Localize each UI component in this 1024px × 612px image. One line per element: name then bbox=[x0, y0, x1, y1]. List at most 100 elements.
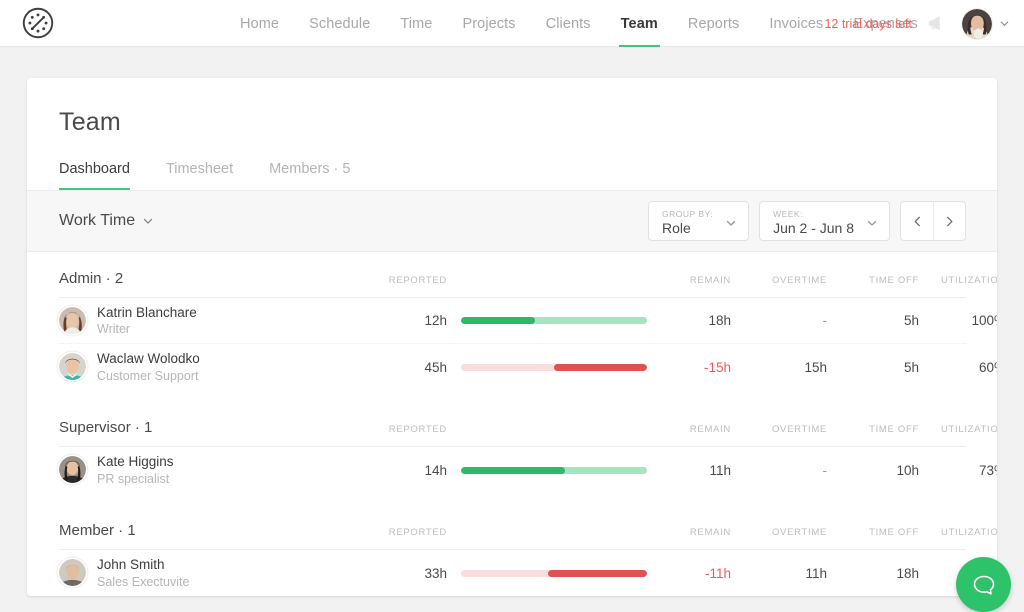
column-header-overtime: OVERTIME bbox=[731, 275, 827, 297]
megaphone-icon[interactable] bbox=[926, 13, 948, 35]
progress-bar bbox=[461, 570, 647, 577]
group-by-select[interactable]: GROUP BY: Role bbox=[648, 201, 749, 241]
member-role: Customer Support bbox=[97, 368, 200, 384]
table-row[interactable]: Waclaw Wolodko Customer Support 45h -15h… bbox=[59, 344, 966, 390]
page-title: Team bbox=[59, 108, 965, 137]
week-label: WEEK: bbox=[773, 209, 854, 220]
remain-value: -11h bbox=[647, 566, 731, 581]
table-row[interactable]: Katrin Blanchare Writer 12h 18h - 5h 100… bbox=[59, 298, 966, 344]
column-header-utilization: UTILIZATION bbox=[919, 527, 997, 549]
work-time-label: Work Time bbox=[59, 212, 135, 230]
chevron-right-icon bbox=[943, 215, 956, 228]
trial-days-notice[interactable]: 12 trial days left bbox=[824, 17, 912, 31]
previous-week-button[interactable] bbox=[901, 202, 933, 240]
column-header-timeoff: TIME OFF bbox=[827, 275, 919, 297]
member-role: Sales Exectuvite bbox=[97, 574, 189, 590]
overtime-value: 15h bbox=[731, 360, 827, 375]
tab-timesheet[interactable]: Timesheet bbox=[148, 161, 251, 190]
sub-tabs: Dashboard Timesheet Members · 5 bbox=[59, 161, 965, 190]
header-right-controls: 12 trial days left bbox=[824, 0, 1010, 47]
team-table: Admin · 2 REPORTED REMAIN OVERTIME TIME … bbox=[27, 252, 997, 596]
next-week-button[interactable] bbox=[933, 202, 965, 240]
group-title: Supervisor · 1 bbox=[59, 419, 359, 446]
member-name: John Smith bbox=[97, 556, 189, 573]
nav-item-home[interactable]: Home bbox=[225, 0, 294, 47]
progress-fill bbox=[554, 364, 647, 371]
progress-bar bbox=[461, 467, 647, 474]
avatar bbox=[962, 9, 992, 39]
group-header-admin: Admin · 2 REPORTED REMAIN OVERTIME TIME … bbox=[59, 252, 966, 298]
column-header-utilization: UTILIZATION bbox=[919, 275, 997, 297]
column-header-reported: REPORTED bbox=[359, 275, 447, 297]
progress-fill bbox=[461, 317, 535, 324]
member-cell[interactable]: Kate Higgins PR specialist bbox=[59, 453, 359, 486]
group-header-member: Member · 1 REPORTED REMAIN OVERTIME TIME… bbox=[59, 493, 966, 550]
user-menu[interactable] bbox=[962, 9, 1010, 39]
week-select[interactable]: WEEK: Jun 2 - Jun 8 bbox=[759, 201, 890, 241]
group-title: Member · 1 bbox=[59, 522, 359, 549]
week-navigation bbox=[900, 201, 966, 241]
table-row[interactable]: John Smith Sales Exectuvite 33h -11h 11h… bbox=[59, 550, 966, 596]
member-name: Waclaw Wolodko bbox=[97, 350, 200, 367]
nav-item-clients[interactable]: Clients bbox=[531, 0, 606, 47]
remain-value: 11h bbox=[647, 463, 731, 478]
member-name: Kate Higgins bbox=[97, 453, 174, 470]
nav-item-schedule[interactable]: Schedule bbox=[294, 0, 385, 47]
progress-bar bbox=[461, 317, 647, 324]
avatar bbox=[59, 353, 86, 380]
work-time-dropdown[interactable]: Work Time bbox=[59, 212, 154, 230]
chevron-down-icon bbox=[866, 217, 878, 229]
utilization-value: 73% bbox=[919, 463, 997, 478]
avatar bbox=[59, 307, 86, 334]
nav-item-reports[interactable]: Reports bbox=[673, 0, 754, 47]
nav-item-team[interactable]: Team bbox=[606, 0, 673, 47]
remain-value: -15h bbox=[647, 360, 731, 375]
overtime-value: 11h bbox=[731, 566, 827, 581]
overtime-value: - bbox=[731, 313, 827, 328]
chevron-down-icon bbox=[999, 18, 1010, 29]
group-title: Admin · 2 bbox=[59, 270, 359, 297]
column-header-overtime: OVERTIME bbox=[731, 527, 827, 549]
progress-cell bbox=[447, 364, 647, 371]
filters-toolbar: Work Time GROUP BY: Role WEEK: Jun 2 - J… bbox=[27, 190, 997, 252]
chevron-down-icon bbox=[725, 217, 737, 229]
tab-dashboard[interactable]: Dashboard bbox=[59, 161, 148, 190]
week-value: Jun 2 - Jun 8 bbox=[773, 220, 854, 237]
group-header-supervisor: Supervisor · 1 REPORTED REMAIN OVERTIME … bbox=[59, 390, 966, 447]
nav-item-projects[interactable]: Projects bbox=[447, 0, 530, 47]
column-header-timeoff: TIME OFF bbox=[827, 424, 919, 446]
member-role: PR specialist bbox=[97, 471, 174, 487]
remain-value: 18h bbox=[647, 313, 731, 328]
group-by-label: GROUP BY: bbox=[662, 209, 713, 220]
tab-members[interactable]: Members · 5 bbox=[251, 161, 368, 190]
progress-cell bbox=[447, 570, 647, 577]
chevron-left-icon bbox=[911, 215, 924, 228]
group-by-value: Role bbox=[662, 220, 713, 237]
column-header-remain: REMAIN bbox=[647, 424, 731, 446]
table-row[interactable]: Kate Higgins PR specialist 14h 11h - 10h… bbox=[59, 447, 966, 493]
utilization-value: 100% bbox=[919, 313, 997, 328]
reported-value: 33h bbox=[359, 566, 447, 581]
chevron-down-icon bbox=[142, 215, 154, 227]
avatar bbox=[59, 559, 86, 586]
timeoff-value: 5h bbox=[827, 360, 919, 375]
timeoff-value: 5h bbox=[827, 313, 919, 328]
reported-value: 12h bbox=[359, 313, 447, 328]
progress-fill bbox=[548, 570, 647, 577]
progress-bar bbox=[461, 364, 647, 371]
reported-value: 14h bbox=[359, 463, 447, 478]
nav-item-time[interactable]: Time bbox=[385, 0, 447, 47]
clock-timer-icon[interactable] bbox=[19, 4, 57, 42]
team-card: Team Dashboard Timesheet Members · 5 Wor… bbox=[27, 78, 997, 596]
toolbar-right: GROUP BY: Role WEEK: Jun 2 - Jun 8 bbox=[648, 201, 966, 241]
avatar bbox=[59, 456, 86, 483]
progress-cell bbox=[447, 317, 647, 324]
member-cell[interactable]: Waclaw Wolodko Customer Support bbox=[59, 350, 359, 383]
timeoff-value: 10h bbox=[827, 463, 919, 478]
member-cell[interactable]: Katrin Blanchare Writer bbox=[59, 304, 359, 337]
progress-fill bbox=[461, 467, 565, 474]
column-header-remain: REMAIN bbox=[647, 275, 731, 297]
progress-cell bbox=[447, 467, 647, 474]
column-header-remain: REMAIN bbox=[647, 527, 731, 549]
column-header-utilization: UTILIZATION bbox=[919, 424, 997, 446]
